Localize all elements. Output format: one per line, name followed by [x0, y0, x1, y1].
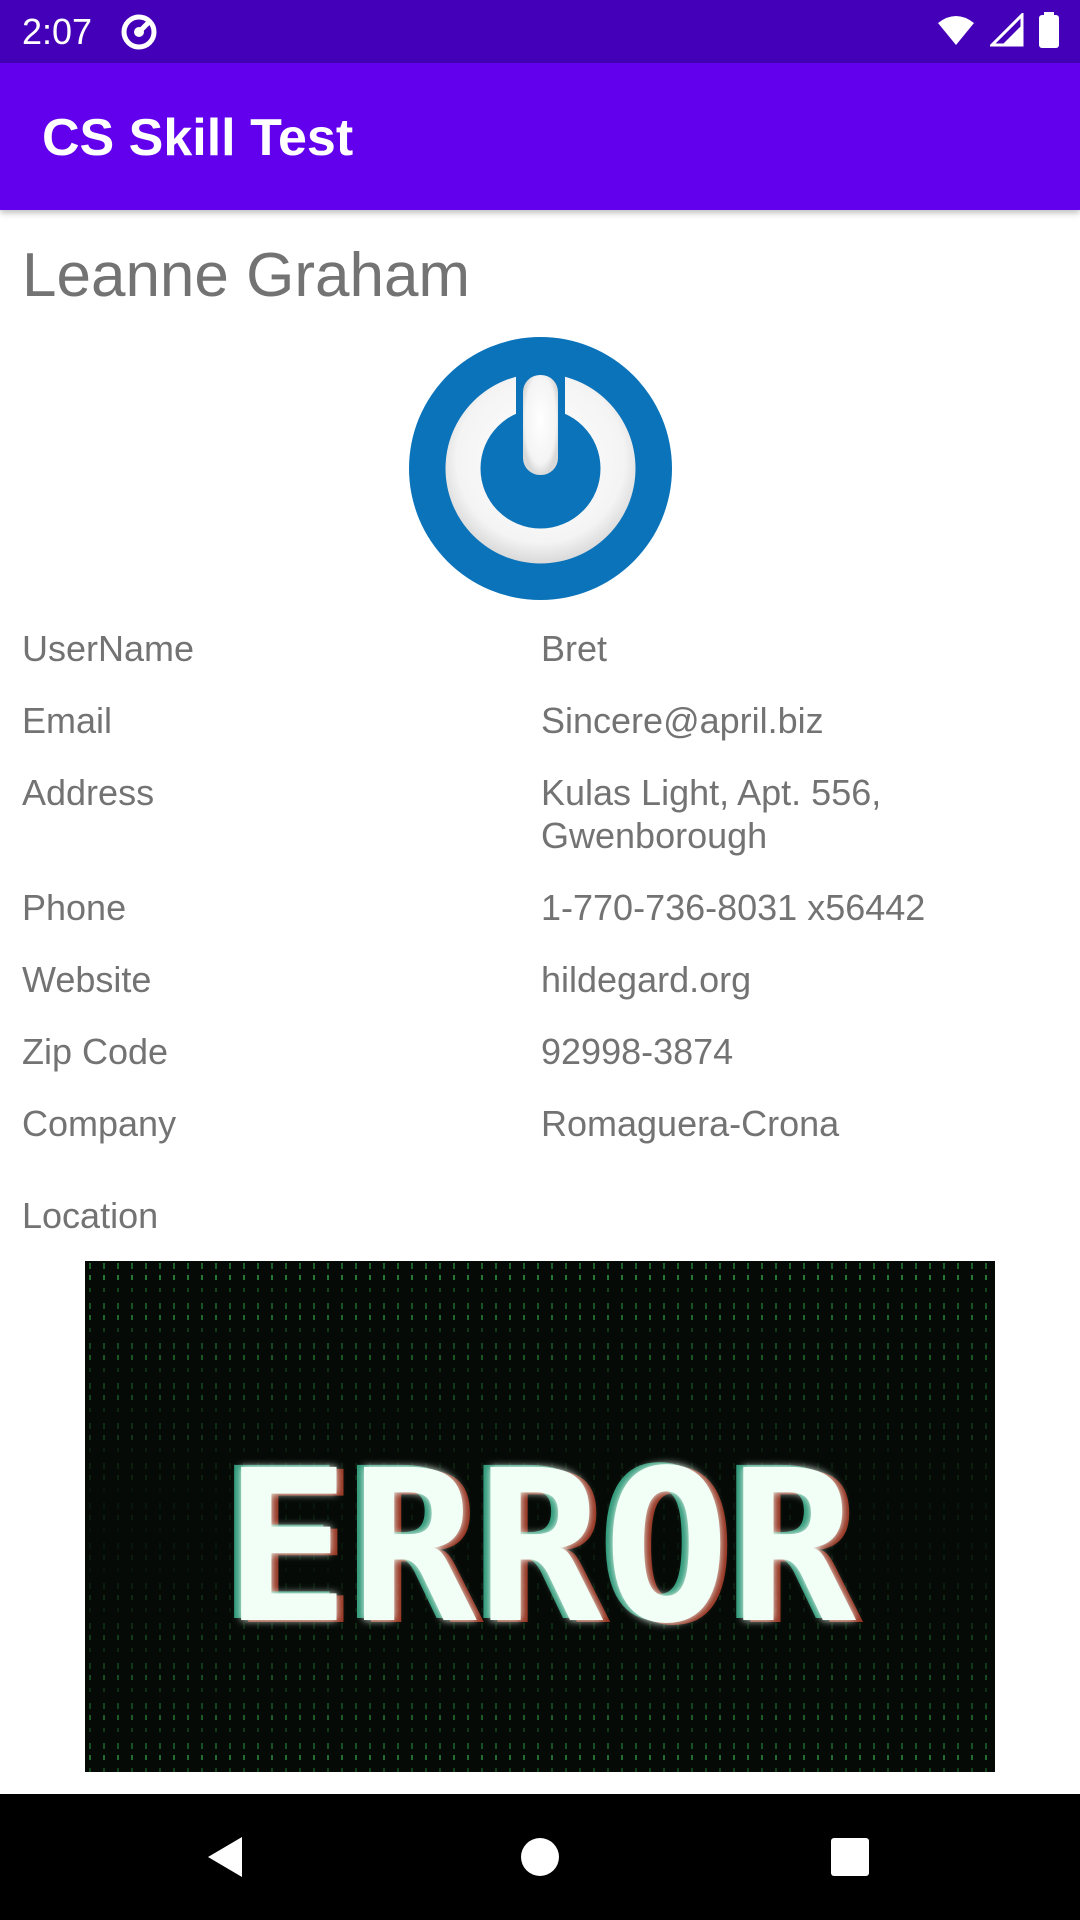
field-label-username: UserName	[22, 628, 195, 669]
user-name-heading: Leanne Graham	[22, 241, 471, 310]
field-label-email: Email	[22, 700, 113, 741]
field-label-phone: Phone	[22, 887, 127, 928]
field-value-address: Kulas Light, Apt. 556, Gwenborough	[541, 772, 882, 856]
field-value-zip-code: 92998-3874	[541, 1031, 734, 1072]
field-label-zip-code: Zip Code	[22, 1031, 169, 1072]
field-label-address: Address	[22, 772, 155, 813]
field-label-website: Website	[22, 959, 152, 1000]
status-time: 2:07	[22, 11, 93, 52]
status-bar: 2:07	[0, 0, 1080, 63]
error-image: ERROR ERROR ERROR	[85, 1261, 995, 1772]
field-value-company: Romaguera-Crona	[541, 1103, 840, 1144]
battery-icon	[1039, 12, 1059, 48]
app-bar: CS Skill Test	[0, 63, 1080, 210]
avatar	[409, 337, 672, 600]
system-nav-bar	[0, 1794, 1080, 1920]
app-notification-icon	[121, 14, 157, 50]
app-title: CS Skill Test	[42, 109, 354, 167]
field-value-website: hildegard.org	[541, 959, 752, 1000]
field-label-company: Company	[22, 1103, 177, 1144]
field-value-email: Sincere@april.biz	[541, 700, 824, 741]
status-icons	[936, 12, 1060, 48]
recents-icon[interactable]	[820, 1827, 880, 1887]
field-value-phone: 1-770-736-8031 x56442	[541, 887, 926, 928]
location-label: Location	[22, 1195, 159, 1236]
wifi-icon	[938, 16, 974, 45]
error-text: ERROR	[224, 1425, 857, 1670]
signal-icon	[990, 13, 1024, 47]
location-map-image: ERROR ERROR ERROR	[85, 1261, 995, 1772]
home-icon[interactable]	[510, 1827, 570, 1887]
field-value-username: Bret	[541, 628, 608, 669]
back-icon[interactable]	[196, 1827, 256, 1887]
